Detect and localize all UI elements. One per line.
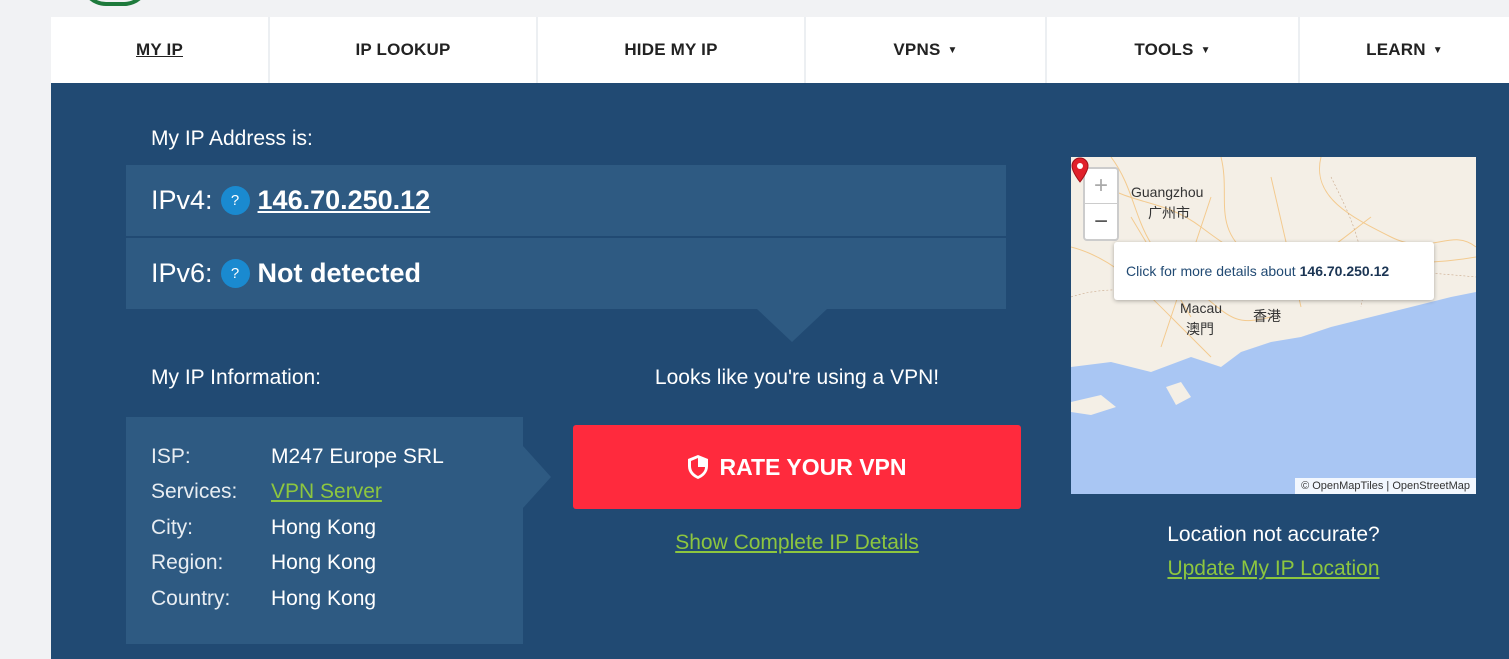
- nav-learn-label: LEARN: [1366, 40, 1426, 59]
- map-label-macau: Macau: [1180, 300, 1223, 316]
- ipv6-label: IPv6:: [151, 258, 213, 288]
- map-label-guangzhou: Guangzhou: [1131, 184, 1204, 200]
- nav-tools-label: TOOLS: [1134, 40, 1194, 59]
- info-key: City:: [151, 515, 193, 539]
- nav-ip-lookup-label: IP LOOKUP: [355, 40, 451, 59]
- info-heading: My IP Information:: [151, 366, 322, 389]
- ip-info-box: ISP: M247 Europe SRL Services: VPN Serve…: [126, 417, 523, 644]
- ipv4-value[interactable]: 146.70.250.12: [258, 185, 431, 216]
- chevron-down-icon: ▼: [1432, 44, 1443, 56]
- nav-learn[interactable]: LEARN ▼: [1300, 17, 1509, 83]
- shield-icon: [688, 455, 709, 479]
- info-value: Hong Kong: [271, 515, 377, 539]
- map-attribution[interactable]: © OpenMapTiles | OpenStreetMap: [1295, 478, 1476, 494]
- rate-vpn-label: RATE YOUR VPN: [719, 453, 907, 480]
- help-icon[interactable]: ?: [220, 186, 250, 215]
- nav-my-ip-label: MY IP: [136, 40, 183, 59]
- nav-ip-lookup[interactable]: IP LOOKUP: [270, 17, 538, 83]
- ipv4-label: IPv4:: [151, 185, 213, 215]
- info-row-isp: ISP: M247 Europe SRL: [151, 439, 523, 475]
- map-popup[interactable]: Click for more details about 146.70.250.…: [1114, 242, 1434, 300]
- info-key: ISP:: [151, 444, 191, 468]
- info-row-services: Services: VPN Server: [151, 475, 523, 511]
- chevron-down-icon: ▼: [947, 44, 958, 56]
- nav-hide-my-ip[interactable]: HIDE MY IP: [538, 17, 806, 83]
- show-details-link[interactable]: Show Complete IP Details: [573, 531, 1021, 555]
- info-row-city: City: Hong Kong: [151, 510, 523, 546]
- vpn-detected-message: Looks like you're using a VPN!: [654, 366, 940, 389]
- chevron-down-icon: ▼: [1200, 44, 1211, 56]
- info-row-region: Region: Hong Kong: [151, 546, 523, 582]
- main-nav: MY IP IP LOOKUP HIDE MY IP VPNS ▼ TOOLS ▼ …: [51, 17, 1509, 83]
- ipv4-row: IPv4: ? 146.70.250.12: [126, 165, 1006, 236]
- map-label-hk-cn: 香港: [1253, 308, 1281, 324]
- nav-tools[interactable]: TOOLS ▼: [1047, 17, 1300, 83]
- location-map[interactable]: Guangzhou 广州市 Macau 澳門 香港 + − Click for …: [1071, 157, 1476, 494]
- info-value: Hong Kong: [271, 551, 377, 575]
- popup-ip: 146.70.250.12: [1299, 263, 1390, 279]
- info-key: Services:: [151, 480, 238, 504]
- services-link[interactable]: VPN Server: [271, 480, 382, 504]
- nav-my-ip[interactable]: MY IP: [51, 17, 270, 83]
- nav-vpns-label: VPNS: [893, 40, 941, 59]
- ip-heading: My IP Address is:: [151, 127, 313, 150]
- location-question: Location not accurate?: [1167, 523, 1380, 546]
- info-row-country: Country: Hong Kong: [151, 581, 523, 617]
- help-icon[interactable]: ?: [220, 259, 250, 288]
- ipv6-row: IPv6: ? Not detected: [126, 238, 1006, 309]
- info-key: Region:: [151, 551, 224, 575]
- info-value: Hong Kong: [271, 586, 377, 610]
- popup-text: Click for more details about: [1126, 263, 1296, 279]
- info-value: M247 Europe SRL: [271, 444, 444, 468]
- map-label-macau-cn: 澳門: [1186, 321, 1214, 337]
- nav-vpns[interactable]: VPNS ▼: [806, 17, 1047, 83]
- map-pin-icon[interactable]: [1071, 157, 1089, 183]
- map-label-guangzhou-cn: 广州市: [1148, 205, 1190, 221]
- site-logo[interactable]: [80, 0, 150, 6]
- rate-vpn-button[interactable]: RATE YOUR VPN: [573, 425, 1021, 509]
- ip-panel: My IP Address is: IPv4: ? 146.70.250.12 …: [51, 83, 1509, 659]
- zoom-out-button[interactable]: −: [1085, 204, 1117, 239]
- nav-hide-my-ip-label: HIDE MY IP: [624, 40, 718, 59]
- zoom-in-button[interactable]: +: [1085, 169, 1117, 204]
- update-location-link[interactable]: Update My IP Location: [1071, 557, 1476, 581]
- ipv6-value: Not detected: [257, 258, 422, 288]
- info-pointer: [523, 446, 551, 508]
- info-key: Country:: [151, 586, 231, 610]
- callout-pointer: [757, 309, 827, 342]
